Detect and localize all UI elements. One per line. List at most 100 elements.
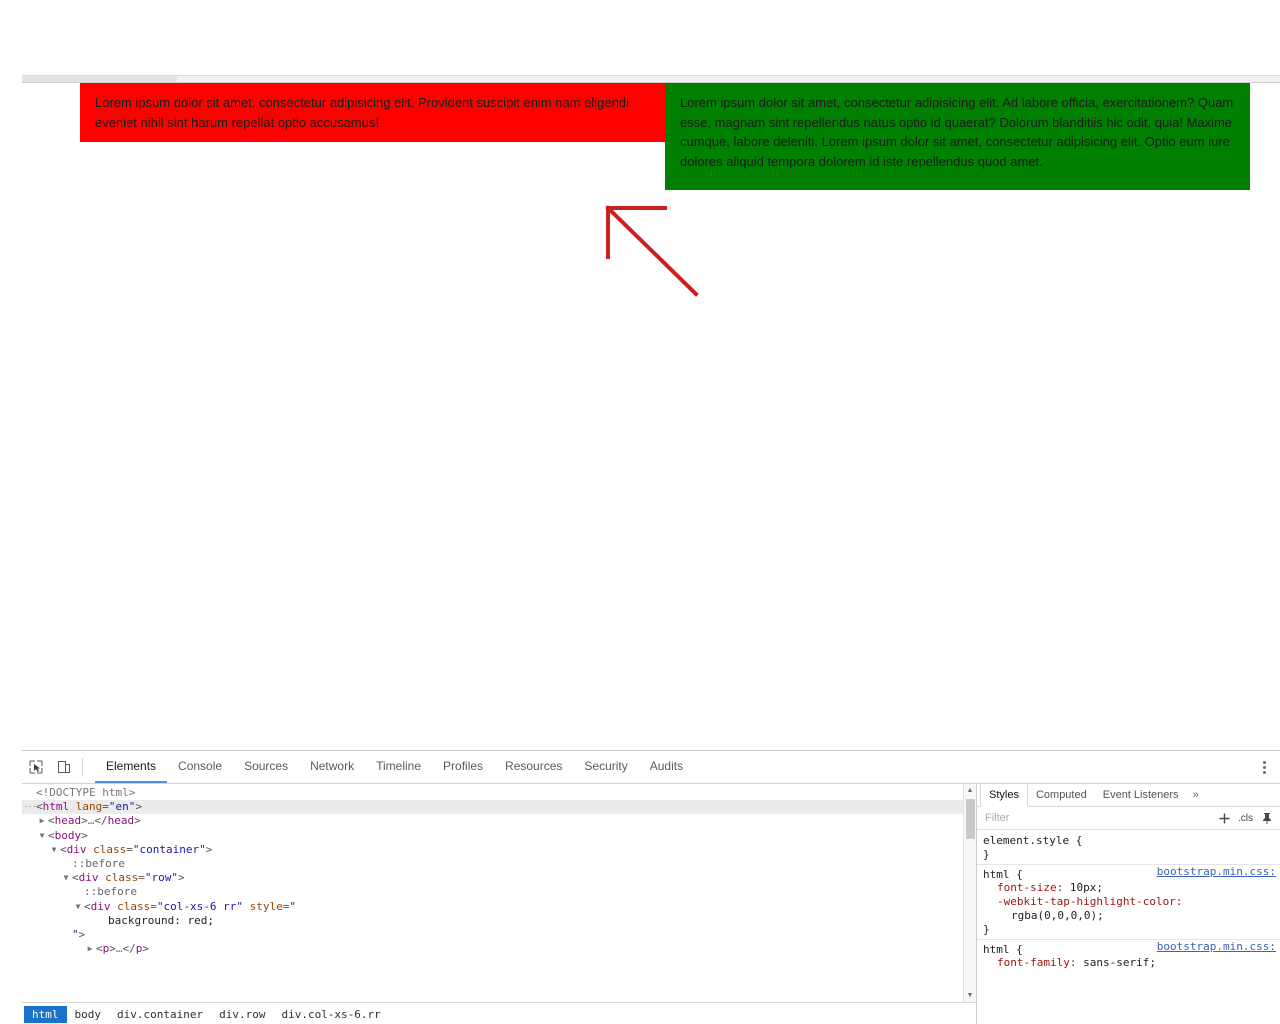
dom-node-markup: ::before bbox=[72, 857, 125, 871]
breadcrumb-item-container[interactable]: div.container bbox=[109, 1006, 211, 1023]
pin-icon[interactable] bbox=[1258, 809, 1276, 827]
breadcrumb: html body div.container div.row div.col-… bbox=[22, 1002, 976, 1024]
cursor-select-icon bbox=[29, 760, 43, 774]
twisty-closed-icon[interactable]: ▶ bbox=[36, 814, 48, 828]
tab-audits[interactable]: Audits bbox=[639, 751, 694, 783]
breadcrumb-item-body[interactable]: body bbox=[67, 1006, 110, 1023]
horizontal-scrollbar[interactable] bbox=[22, 75, 1280, 83]
add-style-rule-icon[interactable] bbox=[1215, 809, 1233, 827]
dom-node[interactable]: background: red; bbox=[22, 914, 976, 928]
twisty-open-icon[interactable]: ▼ bbox=[48, 843, 60, 857]
style-declaration[interactable]: -webkit-tap-highlight-color: bbox=[983, 895, 1274, 909]
style-property-value[interactable]: rgba(0,0,0,0); bbox=[997, 909, 1104, 922]
style-rule-close-brace: } bbox=[983, 847, 990, 861]
dom-node[interactable]: ▼ <body> bbox=[22, 829, 976, 843]
style-property-name[interactable]: -webkit-tap-highlight-color: bbox=[997, 895, 1182, 908]
tab-resources[interactable]: Resources bbox=[494, 751, 573, 783]
dom-node[interactable]: ▶ <head>…</head> bbox=[22, 814, 976, 828]
dom-node-markup: <!DOCTYPE html> bbox=[36, 786, 136, 799]
style-declaration[interactable]: font-size: 10px; bbox=[983, 881, 1274, 895]
toolbar-divider bbox=[82, 758, 83, 776]
style-property-value[interactable]: 10px; bbox=[1063, 881, 1103, 894]
twisty-open-icon[interactable]: ▼ bbox=[36, 829, 48, 843]
browser-window: Lorem ipsum dolor sit amet, consectetur … bbox=[0, 0, 1280, 1024]
dom-node[interactable]: ::before bbox=[22, 885, 976, 899]
dom-node-markup: "> bbox=[72, 928, 86, 942]
styles-filter-input[interactable] bbox=[983, 811, 1215, 825]
style-rule-source-link[interactable]: bootstrap.min.css: bbox=[1157, 940, 1276, 954]
dom-node[interactable]: "> bbox=[22, 928, 976, 942]
green-column: Lorem ipsum dolor sit amet, consectetur … bbox=[665, 83, 1250, 190]
dom-node-markup: <p>…</p> bbox=[96, 942, 149, 956]
tab-profiles[interactable]: Profiles bbox=[432, 751, 494, 783]
dom-node[interactable]: ··· <html lang="en"> bbox=[22, 800, 976, 815]
dom-node[interactable]: ▼ <div class="row"> bbox=[22, 871, 976, 885]
devtools-panel: Elements Console Sources Network Timelin… bbox=[22, 750, 1280, 1024]
devtools-toolbar: Elements Console Sources Network Timelin… bbox=[22, 751, 1280, 784]
tab-event-listeners[interactable]: Event Listeners bbox=[1095, 784, 1187, 806]
dom-tree-scrollbar[interactable]: ▲ ▼ bbox=[963, 784, 976, 1002]
scrollbar-thumb[interactable] bbox=[22, 76, 177, 82]
dom-node[interactable]: ▼ <div class="container"> bbox=[22, 843, 976, 857]
dom-node-markup: <body> bbox=[48, 828, 88, 842]
dom-node[interactable]: ▶ <p>…</p> bbox=[22, 942, 976, 956]
dom-scrollbar-thumb[interactable] bbox=[966, 799, 975, 839]
plus-icon bbox=[1219, 813, 1229, 823]
style-rule-selector[interactable]: element.style { bbox=[983, 834, 1274, 848]
twisty-open-icon[interactable]: ▼ bbox=[72, 900, 84, 914]
style-declaration[interactable]: font-family: sans-serif; bbox=[983, 956, 1274, 970]
style-property-value[interactable]: sans-serif; bbox=[1076, 956, 1156, 969]
tab-elements[interactable]: Elements bbox=[95, 751, 168, 783]
tab-security[interactable]: Security bbox=[573, 751, 638, 783]
tab-styles[interactable]: Styles bbox=[980, 784, 1028, 807]
dom-node-markup: ::before bbox=[84, 885, 137, 899]
tab-computed[interactable]: Computed bbox=[1028, 784, 1095, 806]
devtools-toolbar-right bbox=[1254, 751, 1280, 783]
dom-node-markup: background: red; bbox=[108, 913, 214, 927]
dom-node-markup: <div class="container"> bbox=[60, 842, 213, 856]
scroll-down-icon[interactable]: ▼ bbox=[964, 989, 976, 1002]
dom-node-markup: <div class="col-xs-6 rr" style=" bbox=[84, 899, 296, 913]
toggle-class-button[interactable]: .cls bbox=[1233, 813, 1258, 824]
breadcrumb-item-html[interactable]: html bbox=[24, 1005, 67, 1023]
twisty-closed-icon[interactable]: ▶ bbox=[84, 942, 96, 956]
style-rule[interactable]: element.style {} bbox=[977, 834, 1280, 864]
style-property-name[interactable]: font-family: bbox=[997, 956, 1076, 969]
dom-tree[interactable]: <!DOCTYPE html> ··· <html lang="en"> ▶ <head… bbox=[22, 784, 976, 1002]
dom-node[interactable]: ▼ <div class="col-xs-6 rr" style=" bbox=[22, 900, 976, 914]
style-rule-close-brace: } bbox=[983, 922, 990, 936]
dom-node-markup: <div class="row"> bbox=[72, 871, 185, 885]
styles-tab-list: Styles Computed Event Listeners » bbox=[977, 784, 1280, 807]
more-options-icon[interactable] bbox=[1254, 756, 1274, 778]
style-rule[interactable]: html {bootstrap.min.css: font-size: 10px;… bbox=[977, 863, 1280, 939]
tab-console[interactable]: Console bbox=[167, 751, 233, 783]
breadcrumb-item-row[interactable]: div.row bbox=[211, 1006, 273, 1023]
device-toolbar-icon[interactable] bbox=[50, 751, 78, 783]
style-declaration[interactable]: rgba(0,0,0,0); bbox=[983, 909, 1274, 923]
dom-node[interactable]: ::before bbox=[22, 857, 976, 871]
dom-node-markup: <head>…</head> bbox=[48, 814, 141, 828]
breadcrumb-item-col[interactable]: div.col-xs-6.rr bbox=[273, 1006, 388, 1023]
more-tabs-icon[interactable]: » bbox=[1187, 784, 1205, 806]
style-property-name[interactable]: font-size: bbox=[997, 881, 1063, 894]
pin-glyph-icon bbox=[1263, 812, 1271, 824]
styles-pane: Styles Computed Event Listeners » .cls bbox=[977, 784, 1280, 1024]
responsive-device-icon bbox=[58, 761, 70, 773]
dom-node[interactable]: <!DOCTYPE html> bbox=[22, 786, 976, 800]
red-column: Lorem ipsum dolor sit amet, consectetur … bbox=[80, 83, 665, 142]
style-rule-source-link[interactable]: bootstrap.min.css: bbox=[1157, 865, 1276, 879]
elements-pane: <!DOCTYPE html> ··· <html lang="en"> ▶ <head… bbox=[22, 784, 977, 1024]
tab-timeline[interactable]: Timeline bbox=[365, 751, 432, 783]
dom-node-markup: <html lang="en"> bbox=[36, 800, 142, 814]
scroll-up-icon[interactable]: ▲ bbox=[964, 784, 976, 797]
tab-sources[interactable]: Sources bbox=[233, 751, 299, 783]
style-rule[interactable]: html {bootstrap.min.css: font-family: san… bbox=[977, 938, 1280, 973]
devtools-tab-list: Elements Console Sources Network Timelin… bbox=[95, 751, 694, 783]
inspect-element-icon[interactable] bbox=[22, 751, 50, 783]
tab-network[interactable]: Network bbox=[299, 751, 365, 783]
node-marker-icon[interactable]: ··· bbox=[24, 800, 37, 814]
annotation-arrow-icon bbox=[605, 205, 699, 297]
styles-rule-list[interactable]: element.style {} html {bootstrap.min.css:… bbox=[977, 831, 1280, 1024]
twisty-open-icon[interactable]: ▼ bbox=[60, 871, 72, 885]
styles-filter-bar: .cls bbox=[977, 807, 1280, 830]
